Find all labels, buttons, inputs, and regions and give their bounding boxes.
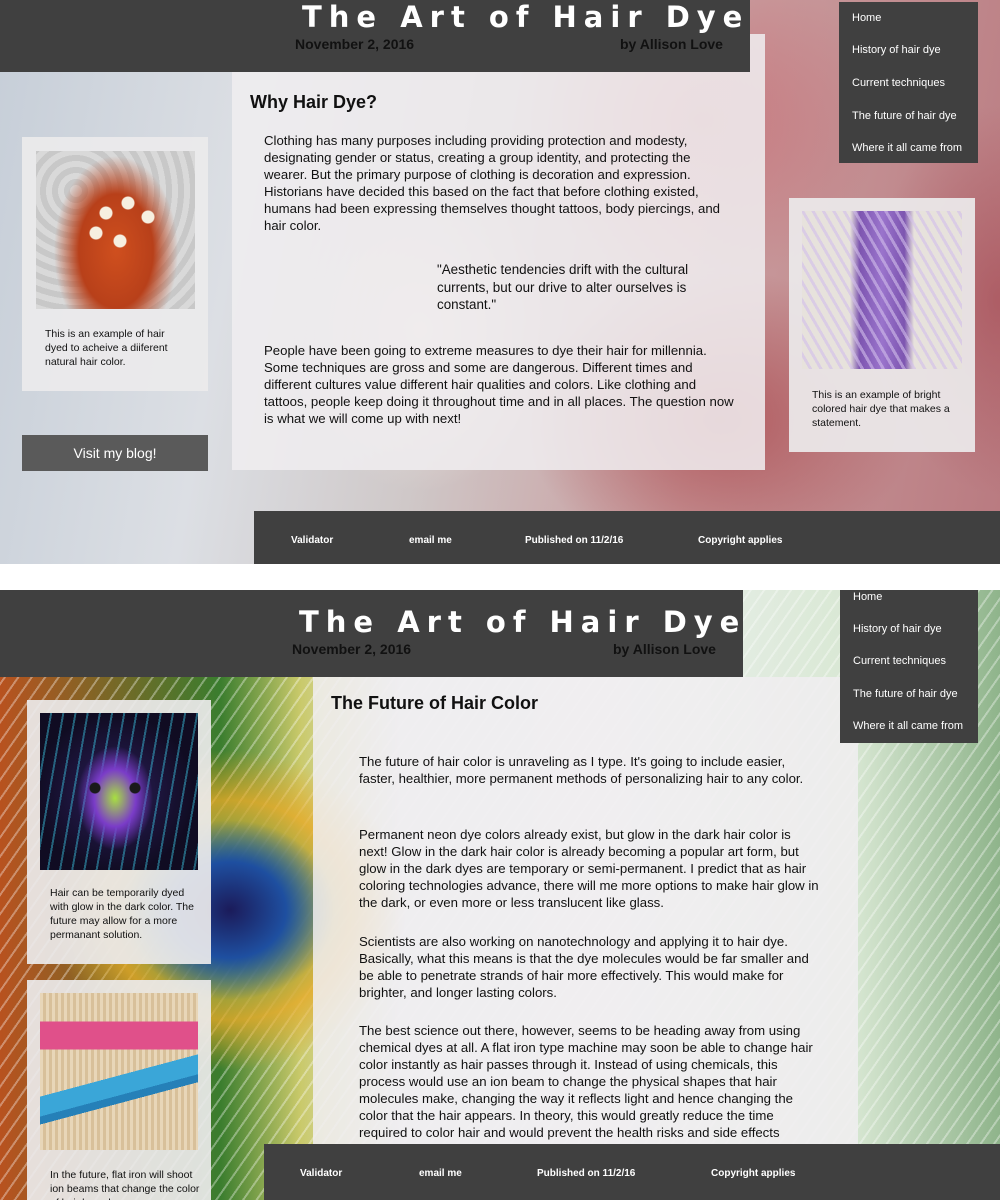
- section-title: The Future of Hair Color: [331, 693, 538, 713]
- copyright-notice: Copyright applies: [711, 1168, 796, 1179]
- post-date: November 2, 2016: [295, 36, 415, 52]
- card-caption: Hair can be temporarily dyed with glow i…: [50, 887, 194, 941]
- nav-item-history[interactable]: History of hair dye: [852, 44, 941, 56]
- photo-glow-face-paint: [40, 713, 198, 870]
- site-footer: Validator email me Published on 11/2/16 …: [254, 511, 1000, 564]
- post-author: by Allison Love: [620, 36, 723, 52]
- email-link[interactable]: email me: [419, 1168, 462, 1179]
- nav-menu: Home History of hair dye Current techniq…: [840, 590, 978, 743]
- site-header: The Art of Hair Dye November 2, 2016 by …: [0, 0, 750, 72]
- site-header: The Art of Hair Dye November 2, 2016 by …: [0, 590, 743, 677]
- nav-item-future[interactable]: The future of hair dye: [852, 110, 957, 122]
- nav-item-origins[interactable]: Where it all came from: [853, 720, 963, 732]
- paragraph-4: The best science out there, however, see…: [359, 1023, 813, 1157]
- validator-link[interactable]: Validator: [291, 535, 333, 546]
- nav-item-home[interactable]: Home: [853, 591, 882, 603]
- nav-item-home[interactable]: Home: [852, 12, 881, 24]
- email-link[interactable]: email me: [409, 535, 452, 546]
- copyright-notice: Copyright applies: [698, 535, 783, 546]
- pull-quote: "Aesthetic tendencies drift with the cul…: [437, 262, 689, 312]
- paragraph-3: Scientists are also working on nanotechn…: [359, 934, 809, 1000]
- post-date: November 2, 2016: [292, 641, 412, 657]
- main-content-panel: Why Hair Dye? Clothing has many purposes…: [232, 34, 765, 470]
- nav-item-future[interactable]: The future of hair dye: [853, 688, 958, 700]
- card-caption: This is an example of hair dyed to achei…: [45, 328, 168, 368]
- intro-paragraph: Clothing has many purposes including pro…: [264, 133, 720, 233]
- screenshot-future-of-hair-color: The Future of Hair Color The future of h…: [0, 590, 1000, 1200]
- card-caption: In the future, flat iron will shoot ion …: [50, 1169, 200, 1200]
- validator-link[interactable]: Validator: [300, 1168, 342, 1179]
- nav-item-current-techniques[interactable]: Current techniques: [853, 655, 946, 667]
- nav-item-current-techniques[interactable]: Current techniques: [852, 77, 945, 89]
- published-date: Published on 11/2/16: [525, 535, 624, 546]
- photo-red-hair-flowers: [36, 151, 195, 309]
- paragraph-2: Permanent neon dye colors already exist,…: [359, 827, 819, 910]
- photo-flat-iron-pink-hair: [40, 993, 198, 1150]
- site-title: The Art of Hair Dye: [302, 0, 750, 34]
- card-caption: This is an example of bright colored hai…: [812, 389, 950, 429]
- image-card-flat-iron: In the future, flat iron will shoot ion …: [27, 980, 211, 1200]
- image-card-statement: This is an example of bright colored hai…: [789, 198, 975, 452]
- nav-item-history[interactable]: History of hair dye: [853, 623, 942, 635]
- site-title: The Art of Hair Dye: [299, 605, 747, 639]
- section-title: Why Hair Dye?: [250, 92, 378, 112]
- published-date: Published on 11/2/16: [537, 1168, 636, 1179]
- nav-item-origins[interactable]: Where it all came from: [852, 142, 962, 154]
- screenshot-why-hair-dye: Why Hair Dye? Clothing has many purposes…: [0, 0, 1000, 564]
- post-author: by Allison Love: [613, 641, 716, 657]
- nav-menu: Home History of hair dye Current techniq…: [839, 2, 978, 163]
- image-card-natural: This is an example of hair dyed to achei…: [22, 137, 208, 391]
- main-content-panel: The Future of Hair Color The future of h…: [313, 677, 858, 1200]
- closing-paragraph: People have been going to extreme measur…: [264, 343, 734, 426]
- photo-purple-braid: [802, 211, 962, 369]
- paragraph-1: The future of hair color is unraveling a…: [359, 754, 804, 786]
- visit-blog-button[interactable]: Visit my blog!: [22, 435, 208, 471]
- site-footer: Validator email me Published on 11/2/16 …: [264, 1144, 1000, 1200]
- image-card-glow: Hair can be temporarily dyed with glow i…: [27, 700, 211, 964]
